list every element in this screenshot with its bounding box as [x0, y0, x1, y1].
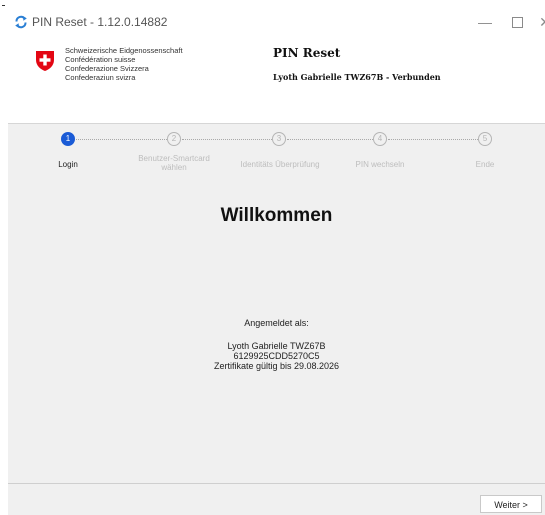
desktop-edge [0, 0, 545, 8]
step-3-indicator: 3 [272, 132, 286, 146]
close-button[interactable]: ✕ [530, 12, 545, 32]
window-title: PIN Reset - 1.12.0.14882 [32, 15, 168, 29]
confederation-line-it: Confederazione Svizzera [65, 64, 149, 73]
maximize-icon [511, 17, 523, 28]
title-bar[interactable]: PIN Reset - 1.12.0.14882 — ✕ [8, 8, 545, 36]
step-connector [388, 139, 478, 140]
logged-in-label: Angemeldet als: [244, 318, 309, 328]
certificate-validity: Zertifikate gültig bis 29.08.2026 [213, 361, 340, 371]
step-5-label: Ende [475, 160, 495, 169]
desktop-mark [2, 5, 5, 6]
minimize-button[interactable]: — [470, 12, 500, 32]
app-header: Schweizerische Eidgenossenschaft Confédé… [8, 36, 545, 124]
page-title: Willkommen [220, 205, 333, 226]
step-1-label: Login [58, 160, 78, 169]
next-button[interactable]: Weiter > [480, 495, 542, 513]
step-4-label: PIN wechseln [355, 160, 405, 169]
swiss-cross-icon [36, 51, 54, 71]
confederation-line-fr: Confédération suisse [65, 55, 136, 64]
step-connector [182, 139, 272, 140]
maximize-button[interactable] [502, 12, 532, 32]
step-connector [76, 139, 167, 140]
user-name: Lyoth Gabrielle TWZ67B [227, 341, 326, 351]
step-2-indicator: 2 [167, 132, 181, 146]
confederation-line-rm: Confederaziun svizra [65, 73, 136, 82]
connection-status: Lyoth Gabrielle TWZ67B - Verbunden [273, 72, 441, 82]
step-connector [287, 139, 373, 140]
user-info: Lyoth Gabrielle TWZ67B 6129925CDD5270C5 … [8, 341, 545, 371]
footer-divider [8, 483, 545, 484]
step-1-indicator: 1 [61, 132, 75, 146]
step-4-indicator: 4 [373, 132, 387, 146]
refresh-arrows-icon [15, 15, 27, 29]
step-5-indicator: 5 [478, 132, 492, 146]
step-2-label: Benutzer-Smartcard wählen [138, 154, 210, 172]
card-id: 6129925CDD5270C5 [233, 351, 320, 361]
confederation-name: Schweizerische Eidgenossenschaft Confédé… [65, 46, 183, 82]
confederation-line-de: Schweizerische Eidgenossenschaft [65, 46, 183, 55]
product-title: PIN Reset [273, 46, 341, 60]
app-window: PIN Reset - 1.12.0.14882 — ✕ Schweizeris… [8, 8, 545, 515]
step-3-label: Identitäts Überprüfung [240, 160, 320, 169]
wizard-stepper: 1 2 3 4 5 Login Benutzer-Smartcard wähle… [8, 130, 545, 180]
